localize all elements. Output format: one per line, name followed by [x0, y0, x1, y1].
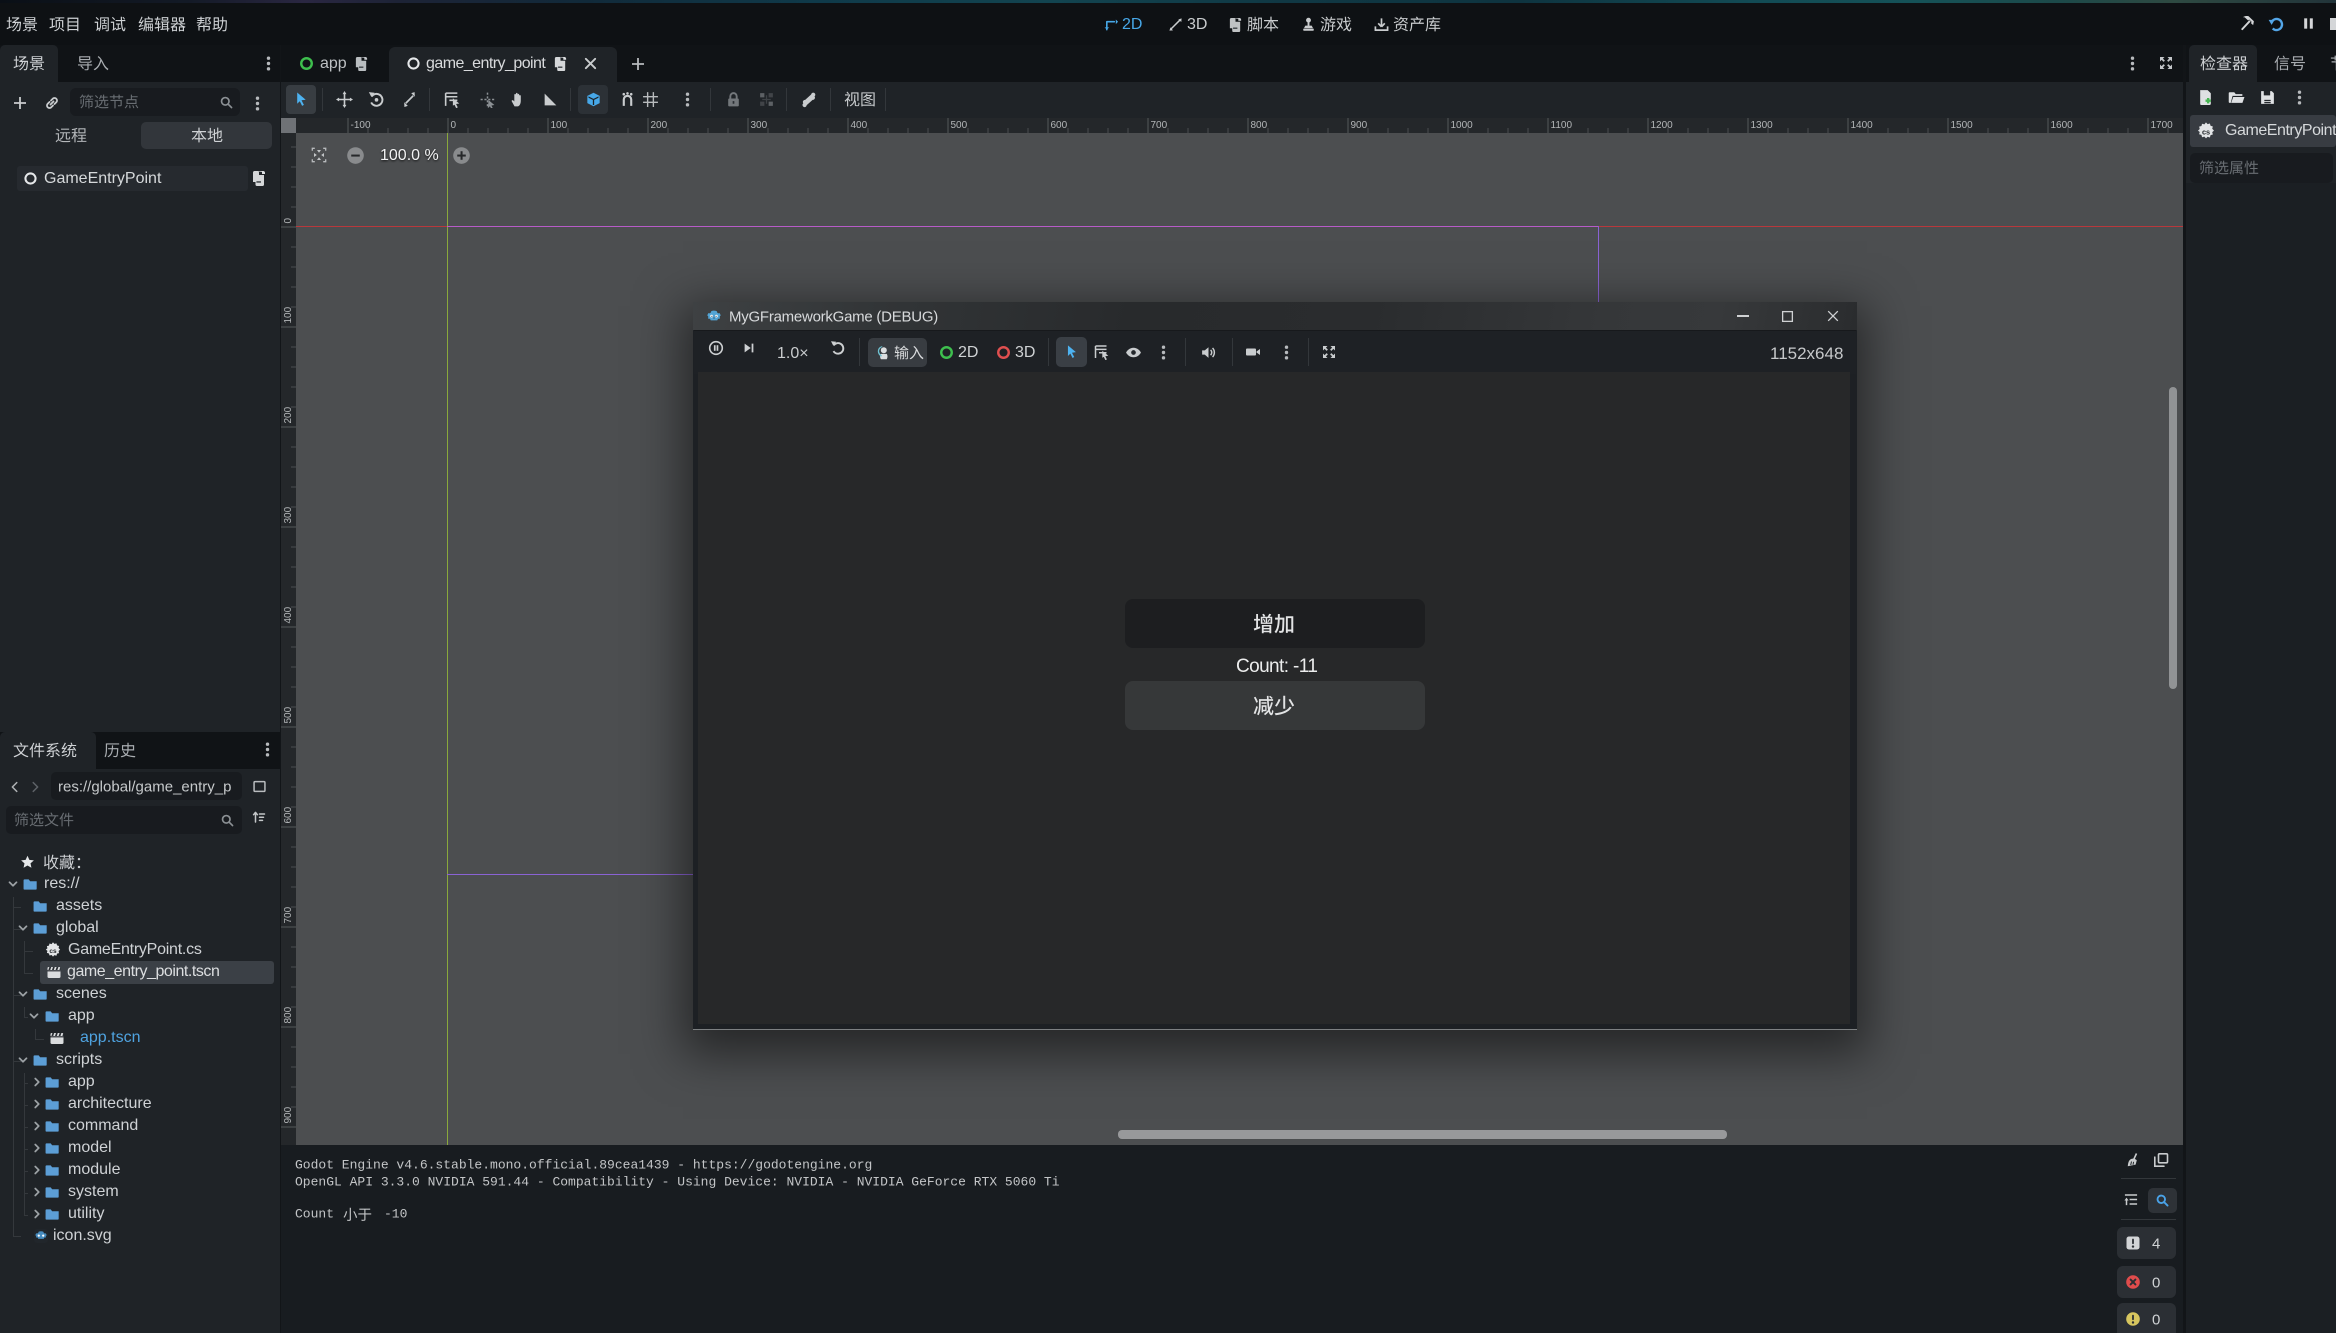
- svg-text:900: 900: [283, 1106, 294, 1123]
- svg-text:cs: cs: [2202, 128, 2210, 137]
- svg-text:1500: 1500: [1951, 120, 1974, 131]
- svg-text:1600: 1600: [2051, 120, 2074, 131]
- svg-text:1100: 1100: [1551, 120, 1573, 131]
- svg-text:100: 100: [283, 306, 294, 323]
- svg-text:1400: 1400: [1851, 120, 1874, 131]
- svg-text:1700: 1700: [2151, 120, 2174, 131]
- svg-text:1300: 1300: [1751, 120, 1774, 131]
- svg-text:700: 700: [1151, 120, 1168, 131]
- svg-text:600: 600: [283, 806, 294, 823]
- svg-text:200: 200: [283, 406, 294, 423]
- svg-text:800: 800: [283, 1006, 294, 1023]
- svg-text:0: 0: [451, 120, 457, 131]
- svg-text:200: 200: [651, 120, 668, 131]
- svg-text:300: 300: [283, 506, 294, 523]
- svg-text:500: 500: [283, 706, 294, 723]
- svg-text:400: 400: [283, 606, 294, 623]
- svg-text:800: 800: [1251, 120, 1268, 131]
- svg-text:700: 700: [283, 906, 294, 923]
- svg-text:300: 300: [751, 120, 768, 131]
- svg-text:100: 100: [551, 120, 568, 131]
- svg-text:cs: cs: [49, 948, 57, 955]
- svg-text:600: 600: [1051, 120, 1068, 131]
- svg-text:0: 0: [283, 218, 294, 224]
- svg-text:400: 400: [851, 120, 868, 131]
- svg-text:1200: 1200: [1651, 120, 1674, 131]
- svg-text:1000: 1000: [1451, 120, 1474, 131]
- svg-text:900: 900: [1351, 120, 1368, 131]
- svg-text:500: 500: [951, 120, 968, 131]
